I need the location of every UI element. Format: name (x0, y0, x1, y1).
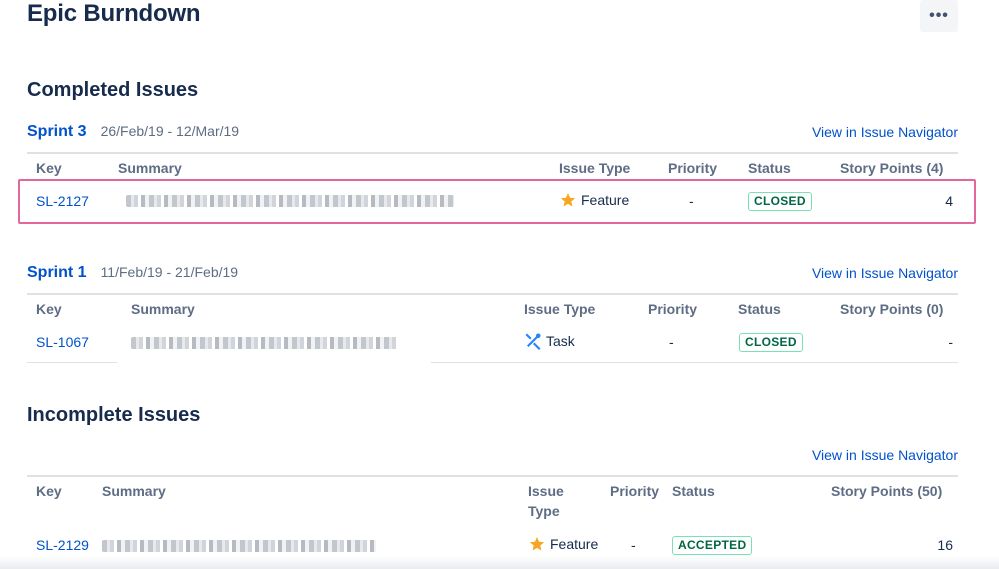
column-header-priority[interactable]: Priority (668, 158, 717, 178)
sprint-1-view-in-issue-navigator-link[interactable]: View in Issue Navigator (812, 265, 958, 281)
column-header-summary[interactable]: Summary (102, 481, 166, 501)
issue-key-link[interactable]: SL-1067 (36, 332, 89, 352)
issue-type-cell: Feature (528, 535, 598, 553)
highlight-box (18, 179, 976, 224)
column-header-priority[interactable]: Priority (648, 299, 697, 319)
sprint-3-table-divider (27, 152, 958, 154)
story-points-value: - (948, 334, 953, 350)
sprint-3-header: Sprint 3 26/Feb/19 - 12/Mar/19 (27, 123, 239, 145)
issue-type-cell: Task (524, 332, 575, 350)
priority-value: - (669, 334, 674, 350)
column-header-issue-type-line2: Type (528, 503, 560, 519)
sprint-3-link[interactable]: Sprint 3 (27, 123, 87, 141)
incomplete-issues-heading: Incomplete Issues (27, 404, 201, 426)
story-points-value: 16 (937, 537, 953, 553)
redacted-summary (131, 337, 397, 349)
wrench-icon (524, 332, 542, 350)
column-header-story-points[interactable]: Story Points (4) (840, 158, 943, 178)
column-header-issue-type[interactable]: Issue Type (528, 481, 564, 521)
column-header-priority[interactable]: Priority (610, 481, 659, 501)
column-header-status[interactable]: Status (748, 158, 791, 178)
column-header-key[interactable]: Key (36, 158, 62, 178)
column-header-summary[interactable]: Summary (131, 299, 195, 319)
sprint-3-dates: 26/Feb/19 - 12/Mar/19 (100, 123, 240, 139)
column-header-issue-type-line1: Issue (528, 483, 564, 499)
column-header-status[interactable]: Status (738, 299, 781, 319)
incomplete-table-divider (27, 475, 958, 477)
column-header-key[interactable]: Key (36, 299, 62, 319)
completed-issues-heading: Completed Issues (27, 79, 199, 101)
sprint-1-table-divider (27, 293, 958, 295)
issue-type-label: Feature (550, 536, 599, 552)
column-header-story-points[interactable]: Story Points (0) (840, 299, 943, 319)
issue-type-label: Task (546, 333, 575, 349)
column-header-issue-type[interactable]: Issue Type (559, 158, 630, 178)
issue-key-link[interactable]: SL-2129 (36, 535, 89, 555)
epic-burndown-page: Epic Burndown ••• Completed Issues Sprin… (0, 0, 999, 569)
redacted-summary (102, 540, 376, 552)
column-header-summary[interactable]: Summary (118, 158, 182, 178)
row-divider (431, 362, 958, 363)
column-header-story-points[interactable]: Story Points (50) (831, 481, 942, 501)
row-divider (27, 362, 117, 363)
star-icon (528, 535, 546, 553)
column-header-key[interactable]: Key (36, 481, 62, 501)
incomplete-view-in-issue-navigator-link[interactable]: View in Issue Navigator (812, 447, 958, 463)
priority-value: - (631, 537, 636, 553)
sprint-1-dates: 11/Feb/19 - 21/Feb/19 (100, 264, 239, 280)
status-badge: CLOSED (739, 333, 803, 352)
sprint-1-header: Sprint 1 11/Feb/19 - 21/Feb/19 (27, 264, 238, 286)
status-badge: ACCEPTED (672, 536, 753, 555)
more-actions-button[interactable]: ••• (920, 0, 958, 32)
sprint-1-link[interactable]: Sprint 1 (27, 264, 87, 282)
column-header-status[interactable]: Status (672, 481, 715, 501)
page-title: Epic Burndown (27, 0, 201, 27)
column-header-issue-type[interactable]: Issue Type (524, 299, 595, 319)
sprint-3-view-in-issue-navigator-link[interactable]: View in Issue Navigator (812, 124, 958, 140)
bottom-edge-shadow (0, 556, 999, 569)
